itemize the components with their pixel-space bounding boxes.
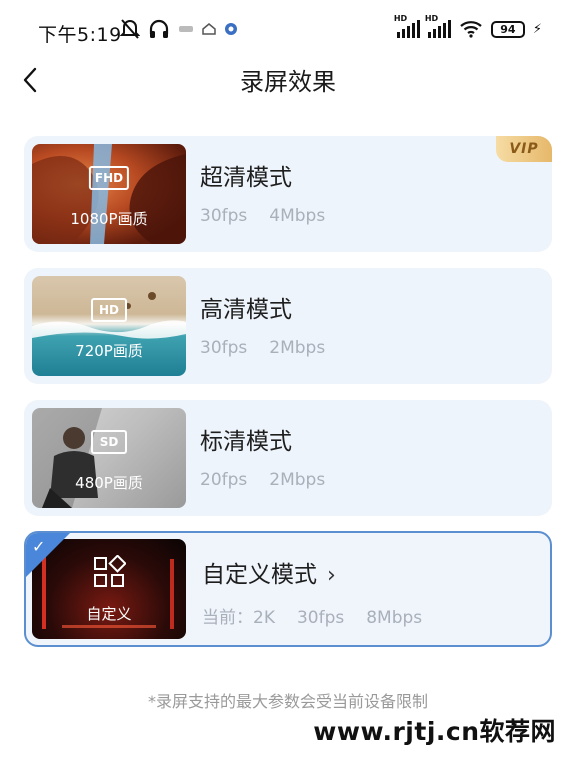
app-badge-icon [225, 23, 237, 35]
mode-title-custom[interactable]: 自定义模式 › [202, 555, 336, 589]
quality-badge: FHD [88, 166, 130, 190]
footer-note: *录屏支持的最大参数会受当前设备限制 [147, 692, 428, 711]
status-bar: 下午5:19 HD HD 94 ⚡ [0, 0, 576, 60]
status-left-icons [120, 18, 238, 40]
bitrate-value: 4Mbps [269, 206, 326, 226]
mode-title: 标清模式 [200, 429, 292, 455]
mode-card-sd[interactable]: SD 480P画质 标清模式 20fps 2Mbps [24, 400, 552, 516]
home-notification-icon [202, 23, 216, 35]
mode-title: 超清模式 [200, 165, 292, 191]
fps-value: 20fps [200, 470, 248, 490]
quality-badge: HD [91, 298, 127, 322]
person-illustration [32, 408, 102, 508]
mode-card-fhd[interactable]: FHD 1080P画质 超清模式 30fps 4Mbps VIP [24, 136, 552, 252]
mode-specs: 20fps 2Mbps [200, 470, 347, 490]
canyon-illustration [32, 144, 186, 244]
watermark: www.rjtj.cn软荐网 [313, 717, 556, 746]
header: 录屏效果 [0, 60, 576, 100]
fps-value: 30fps [200, 206, 248, 226]
vip-badge: VIP [496, 136, 552, 162]
app-notification-icon [179, 26, 193, 32]
battery-indicator: 94 [490, 20, 525, 38]
mode-specs: 30fps 4Mbps [200, 206, 347, 226]
thumbnail-person: SD 480P画质 [32, 408, 186, 508]
chevron-right-icon: › [327, 563, 336, 588]
mode-specs: 当前：2K 30fps 8Mbps [202, 603, 444, 628]
signal-1-icon: HD [394, 14, 420, 38]
fps-value: 30fps [200, 338, 248, 358]
mode-card-hd[interactable]: HD 720P画质 高清模式 30fps 2Mbps [24, 268, 552, 384]
mode-specs: 30fps 2Mbps [200, 338, 347, 358]
quality-caption: 1080P画质 [70, 210, 148, 228]
resolution-value: 2K [253, 608, 275, 628]
page-title: 录屏效果 [240, 68, 336, 96]
fps-value: 30fps [296, 608, 345, 628]
bitrate-value: 2Mbps [269, 470, 326, 490]
status-right-icons: HD HD 94 ⚡ [394, 14, 542, 38]
mode-title: 高清模式 [200, 297, 292, 323]
bitrate-value: 2Mbps [269, 338, 326, 358]
quality-badge: SD [91, 430, 127, 454]
mode-card-custom[interactable]: 自定义 ✓ 自定义模式 › 当前：2K 30fps 8Mbps [24, 531, 552, 647]
status-time: 下午5:19 [38, 24, 122, 46]
quality-caption: 720P画质 [75, 342, 143, 360]
thumbnail-beach: HD 720P画质 [32, 276, 186, 376]
quality-caption: 自定义 [86, 605, 132, 623]
bell-off-icon [120, 19, 140, 39]
wifi-icon [460, 21, 482, 38]
headphones-icon [149, 19, 169, 38]
custom-settings-icon [94, 555, 126, 587]
thumbnail-canyon: FHD 1080P画质 [32, 144, 186, 244]
signal-2-icon: HD [425, 14, 451, 38]
charging-icon: ⚡ [532, 21, 542, 37]
bitrate-value: 8Mbps [366, 608, 423, 628]
check-icon: ✓ [32, 537, 46, 556]
quality-caption: 480P画质 [75, 474, 143, 492]
beach-illustration [32, 292, 186, 339]
current-label: 当前： [202, 608, 253, 628]
